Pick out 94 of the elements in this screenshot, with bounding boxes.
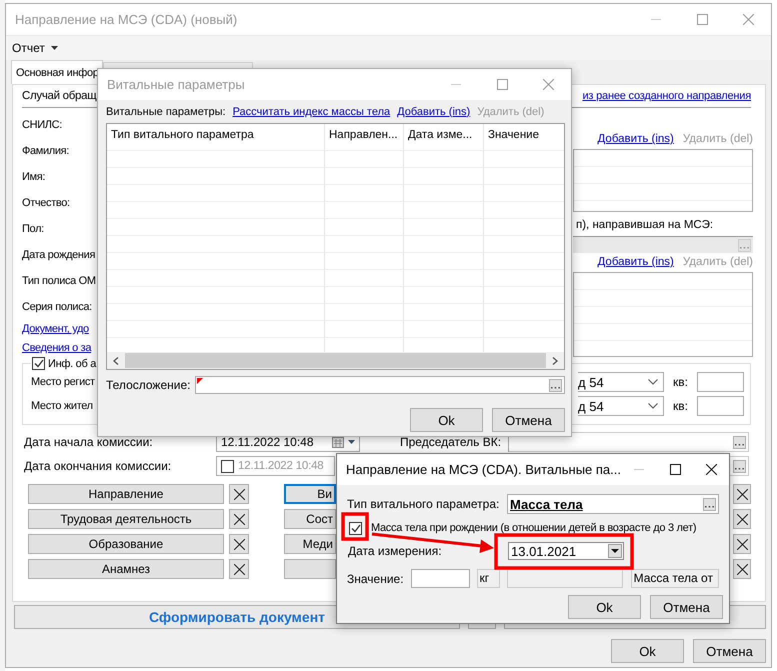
field-label: Место жител — [31, 400, 94, 412]
chevron-icon — [648, 403, 658, 409]
field-label: Имя: — [22, 170, 46, 185]
chevron-icon[interactable] — [113, 356, 119, 364]
remove-button[interactable] — [733, 559, 751, 579]
field-label: Серия полиса: — [22, 300, 93, 315]
checkbox-label: Инф. об а — [48, 358, 96, 370]
document-link[interactable]: Документ, удо — [22, 320, 97, 339]
column-header[interactable]: Значение — [484, 124, 564, 150]
remove-button[interactable] — [229, 534, 249, 554]
action-link[interactable]: Добавить (ins) — [598, 133, 674, 145]
field-label: Значение: — [347, 572, 405, 586]
dialog-button[interactable]: Ok — [568, 595, 641, 619]
dialog-button[interactable]: Отмена — [492, 408, 565, 432]
cross-icon — [234, 564, 244, 574]
section-button[interactable]: Образование — [28, 534, 224, 554]
highlight-frame — [341, 512, 369, 541]
input-field[interactable]: Масса тела — [507, 494, 719, 514]
menu-item[interactable]: Отчет — [12, 41, 58, 55]
caret-icon — [50, 46, 58, 50]
maximize-icon[interactable] — [670, 464, 680, 475]
action-link[interactable]: Рассчитать индекс массы тела — [232, 106, 390, 118]
checkbox-label: Масса тела при рождении (в отношении детей в возрасте до 3 лет) — [371, 522, 696, 534]
toolbar-label: Витальные параметры: — [106, 106, 226, 118]
browse-button[interactable] — [703, 498, 716, 510]
remove-button[interactable] — [733, 534, 751, 554]
dropdown[interactable]: д 54 — [578, 396, 664, 416]
section-button[interactable]: Направление — [28, 484, 224, 504]
chevron-icon[interactable] — [552, 356, 558, 364]
caret-icon — [611, 549, 619, 553]
section-button[interactable]: Анамнез — [28, 559, 224, 579]
field-label: п), направившая на МСЭ: — [575, 218, 714, 233]
chevron-icon — [648, 379, 658, 385]
section-button[interactable]: Меди — [284, 534, 336, 554]
close-icon[interactable] — [706, 464, 716, 475]
calendar-icon — [332, 436, 344, 448]
field-label: СНИЛС: — [22, 118, 63, 133]
remove-button[interactable] — [229, 559, 249, 579]
browse-button[interactable] — [733, 436, 746, 448]
remove-button[interactable] — [229, 484, 249, 504]
field-label: Тип полиса ОМ — [22, 274, 97, 289]
checkbox[interactable] — [349, 522, 362, 534]
field-label: Дата измерения: — [348, 544, 443, 558]
remove-button[interactable] — [733, 484, 751, 504]
cross-icon — [736, 488, 748, 500]
input-field[interactable] — [697, 396, 744, 416]
document-link[interactable]: Сведения о за — [22, 339, 97, 358]
field-label: Место регист — [31, 376, 95, 388]
input-field[interactable] — [195, 376, 565, 394]
section-heading: Случай обращ — [22, 90, 96, 102]
action-link[interactable]: Добавить (ins) — [598, 256, 674, 268]
dialog-button[interactable]: Ok — [410, 408, 483, 432]
cross-icon — [234, 514, 244, 524]
checkbox[interactable] — [32, 357, 45, 370]
field-label: Тип витального параметра: — [347, 497, 500, 511]
window-title: Витальные параметры — [106, 77, 246, 92]
section-button[interactable]: Ви — [284, 484, 336, 504]
scrollbar[interactable] — [107, 352, 564, 369]
caret-icon — [348, 440, 355, 444]
field-label: Телосложение: — [106, 378, 192, 392]
field-label: Пол: — [22, 222, 45, 237]
field-label: Отчество: — [22, 196, 71, 211]
date-field[interactable]: 13.01.2021 — [508, 542, 624, 560]
field-label: Дата окончания комиссии: — [23, 459, 172, 473]
dialog-button[interactable]: Ok — [611, 639, 684, 663]
dialog-button[interactable]: Отмена — [693, 639, 766, 663]
window-title: Направление на МСЭ (CDA) (новый) — [14, 12, 238, 27]
input-field[interactable] — [410, 569, 470, 588]
input-field[interactable] — [697, 372, 744, 392]
field-label: кв: — [673, 375, 688, 389]
field-label: Дата рождения — [22, 248, 96, 263]
unit-label: кг — [476, 569, 500, 588]
window-title: Направление на МСЭ (CDA). Витальные па... — [345, 462, 621, 477]
remove-button[interactable] — [733, 509, 751, 529]
hint-label: Масса тела от — [630, 569, 719, 588]
cross-icon — [736, 514, 748, 524]
field-label: Дата начала комиссии: — [23, 435, 154, 449]
field-label: Фамилия: — [22, 144, 70, 159]
cross-icon — [736, 564, 748, 574]
section-button[interactable]: Сост — [284, 509, 336, 529]
dropdown[interactable]: д 54 — [578, 372, 664, 392]
section-button[interactable]: Трудовая деятельность — [28, 509, 224, 529]
browse-button[interactable] — [733, 460, 746, 472]
copy-link[interactable]: из ранее созданного направления — [582, 90, 751, 102]
action-link[interactable]: Добавить (ins) — [397, 106, 470, 118]
field-label: кв: — [673, 399, 688, 413]
dialog-button[interactable]: Отмена — [650, 595, 723, 619]
cross-icon — [736, 538, 748, 550]
input-field[interactable] — [573, 236, 753, 253]
browse-button[interactable] — [549, 378, 562, 392]
checkbox[interactable] — [221, 460, 234, 472]
remove-button[interactable] — [229, 509, 249, 529]
cross-icon — [234, 488, 244, 500]
cross-icon — [234, 538, 244, 550]
